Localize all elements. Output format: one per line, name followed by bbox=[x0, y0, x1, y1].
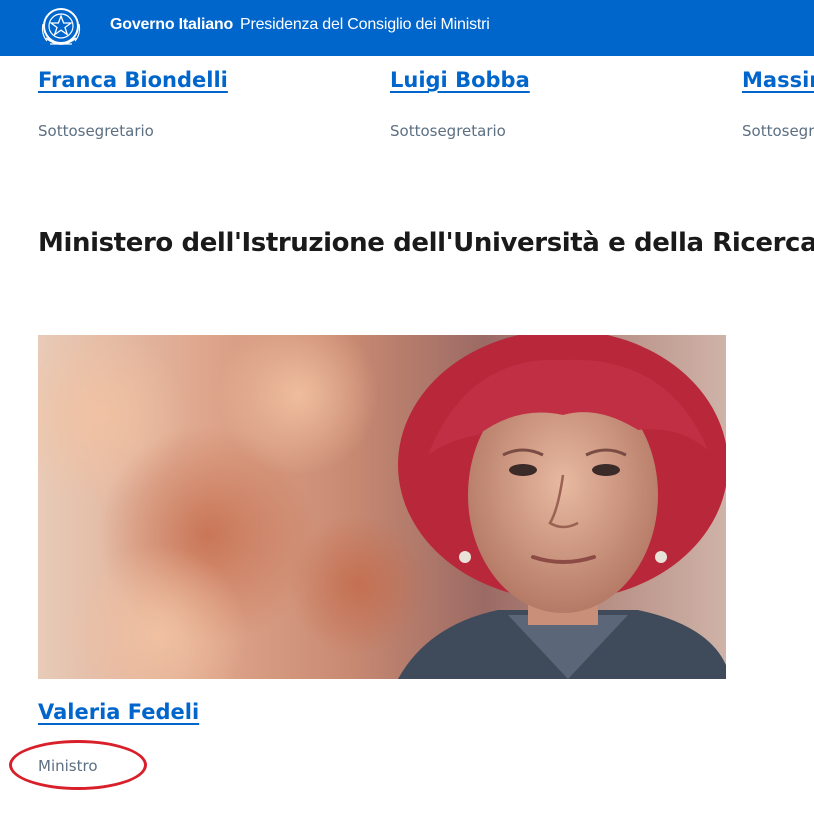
person-role: Sottosegretario bbox=[390, 122, 506, 140]
minister-role: Ministro bbox=[38, 757, 98, 775]
brand-name[interactable]: Governo Italiano bbox=[110, 16, 233, 34]
person-name-link[interactable]: Massin bbox=[742, 68, 814, 92]
ministry-title: Ministero dell'Istruzione dell'Universit… bbox=[38, 228, 814, 258]
person-role: Sottosegretario bbox=[38, 122, 154, 140]
portrait-illustration bbox=[38, 335, 726, 679]
person-name-link[interactable]: Luigi Bobba bbox=[390, 68, 530, 92]
minister-name-link[interactable]: Valeria Fedeli bbox=[38, 700, 199, 724]
minister-photo[interactable] bbox=[38, 335, 726, 679]
person-name-link[interactable]: Franca Biondelli bbox=[38, 68, 228, 92]
person-card: Franca Biondelli Sottosegretario bbox=[38, 68, 228, 140]
person-card: Luigi Bobba Sottosegretario bbox=[390, 68, 530, 140]
header-subtitle[interactable]: Presidenza del Consiglio dei Ministri bbox=[240, 16, 490, 34]
header-bar: Governo Italiano Presidenza del Consigli… bbox=[0, 0, 814, 56]
italian-republic-emblem-icon[interactable] bbox=[38, 4, 84, 52]
person-card: Massin Sottosegr bbox=[742, 68, 814, 140]
person-role: Sottosegr bbox=[742, 122, 814, 140]
